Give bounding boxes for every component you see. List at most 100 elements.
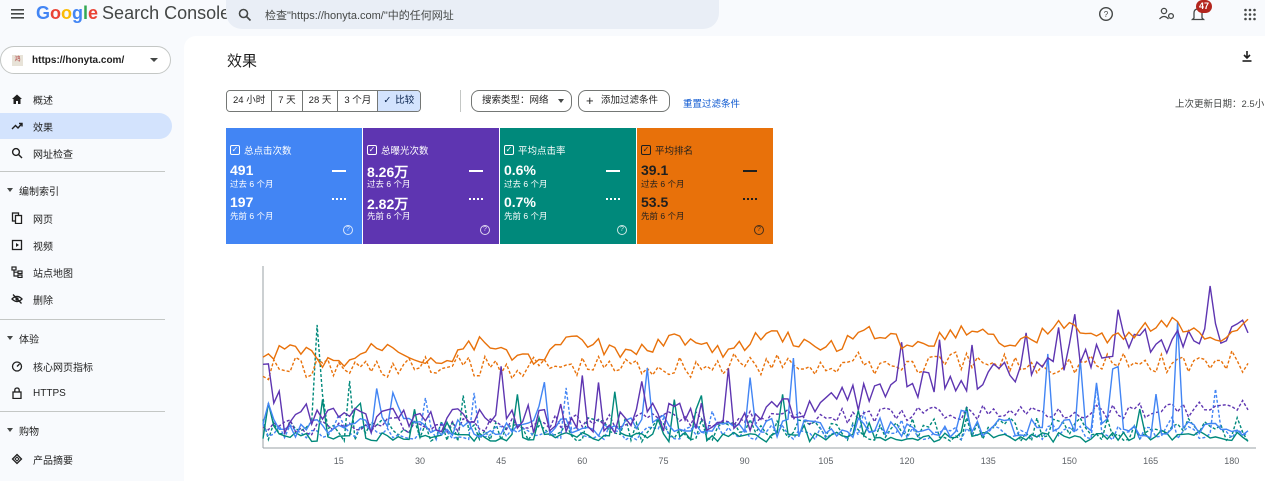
sidebar-section-indexing[interactable]: 编制索引	[0, 180, 172, 200]
metric-value: 39.1	[641, 162, 669, 178]
metric-title: 平均排名	[655, 146, 694, 157]
url-inspect-search[interactable]: 检查"https://honyta.com/"中的任何网址	[226, 0, 719, 29]
sidebar-item-core-web-vitals[interactable]: 核心网页指标	[0, 353, 172, 379]
video-icon	[11, 239, 23, 251]
metric-value: 0.6%	[504, 162, 536, 178]
sidebar-divider	[0, 171, 165, 172]
collapse-arrow-icon	[7, 188, 13, 192]
x-tick-label: 45	[496, 456, 506, 466]
metric-compare-period: 先前 6 个月	[504, 211, 548, 221]
sidebar-item-label: HTTPS	[33, 387, 66, 399]
metric-compare-value: 0.7%	[504, 194, 536, 210]
range-compare-label: 比较	[395, 95, 415, 106]
pages-icon	[11, 212, 23, 224]
sidebar-item-overview[interactable]: 概述	[0, 86, 172, 112]
metric-value: 491	[230, 162, 254, 178]
x-tick-label: 60	[577, 456, 587, 466]
sidebar-section-experience[interactable]: 体验	[0, 328, 172, 348]
help-icon[interactable]: ?	[1098, 4, 1114, 24]
sidebar-item-label: 视频	[33, 241, 53, 253]
checkbox-icon[interactable]: ✓	[641, 145, 651, 155]
range-28d[interactable]: 28 天	[302, 91, 339, 111]
hamburger-menu-icon[interactable]	[10, 6, 26, 22]
performance-chart[interactable]: 15 30 45 60 75 90 105 120 135 150 165 180	[226, 258, 1265, 470]
metric-card-clicks[interactable]: ✓ 总点击次数 491 过去 6 个月 197 先前 6 个月?	[226, 128, 362, 244]
checkbox-icon[interactable]: ✓	[367, 145, 377, 155]
sidebar-item-videos[interactable]: 视频	[0, 232, 172, 258]
sidebar-item-sitemaps[interactable]: 站点地图	[0, 259, 172, 285]
metric-header[interactable]: ✓ 平均排名	[641, 143, 693, 157]
metric-header[interactable]: ✓ 平均点击率	[504, 143, 566, 157]
page-title: 效果	[227, 53, 258, 70]
add-filter-button[interactable]: + 添加过滤条件	[578, 90, 670, 112]
range-compare[interactable]: ✓ 比较	[378, 91, 421, 111]
export-button[interactable]	[1241, 50, 1253, 65]
metric-compare-period: 先前 6 个月	[367, 211, 411, 221]
collapse-arrow-icon	[7, 336, 13, 340]
metric-title: 总点击次数	[244, 146, 292, 157]
sidebar-item-removals[interactable]: 删除	[0, 286, 172, 312]
range-24h[interactable]: 24 小时	[227, 91, 273, 111]
x-tick-label: 180	[1224, 456, 1239, 466]
property-favicon: 鸿	[12, 54, 23, 66]
help-icon[interactable]: ?	[480, 225, 490, 235]
metric-compare-value: 53.5	[641, 194, 669, 210]
metric-header[interactable]: ✓ 总点击次数	[230, 143, 292, 157]
manage-users-icon[interactable]	[1158, 4, 1176, 24]
trending-up-icon	[11, 120, 23, 132]
chevron-down-icon	[558, 99, 564, 103]
help-icon[interactable]: ?	[754, 225, 764, 235]
metric-period: 过去 6 个月	[641, 179, 685, 189]
checkbox-icon[interactable]: ✓	[230, 145, 240, 155]
x-tick-label: 75	[658, 456, 668, 466]
reset-filters-link[interactable]: 重置过滤条件	[683, 96, 740, 110]
dashed-line-legend-icon	[332, 198, 346, 200]
sidebar-item-url-inspection[interactable]: 网址检查	[0, 140, 172, 166]
add-filter-label: 添加过滤条件	[601, 95, 659, 106]
metric-card-position[interactable]: ✓ 平均排名 39.1 过去 6 个月 53.5 先前 6 个月?	[637, 128, 773, 244]
toolbar-divider	[460, 90, 461, 112]
x-tick-label: 15	[334, 456, 344, 466]
help-icon[interactable]: ?	[343, 225, 353, 235]
section-label: 编制索引	[19, 186, 59, 198]
sidebar-item-performance[interactable]: 效果	[0, 113, 172, 139]
sidebar-divider	[0, 411, 165, 412]
product-name: Search Console	[102, 3, 231, 23]
x-tick-label: 120	[900, 456, 915, 466]
top-bar: Google Search Console 检查"https://honyta.c…	[0, 0, 1265, 30]
x-tick-label: 135	[981, 456, 996, 466]
range-3m[interactable]: 3 个月	[338, 91, 379, 111]
search-type-label: 搜索类型：网络	[482, 95, 549, 106]
metric-card-ctr[interactable]: ✓ 平均点击率 0.6% 过去 6 个月 0.7% 先前 6 个月?	[500, 128, 636, 244]
metric-header[interactable]: ✓ 总曝光次数	[367, 143, 429, 157]
sidebar-item-label: 网址检查	[33, 149, 73, 161]
sidebar-section-shopping[interactable]: 购物	[0, 420, 172, 440]
home-icon	[11, 93, 23, 105]
sidebar-item-pages[interactable]: 网页	[0, 205, 172, 231]
sidebar-item-label: 效果	[33, 122, 53, 134]
range-7d[interactable]: 7 天	[272, 91, 303, 111]
apps-grid-icon[interactable]	[1243, 4, 1257, 24]
plus-icon: +	[586, 93, 594, 108]
metric-title: 平均点击率	[518, 146, 566, 157]
app-logo[interactable]: Google Search Console	[36, 3, 230, 24]
sidebar-item-https[interactable]: HTTPS	[0, 380, 172, 406]
lock-icon	[11, 387, 23, 399]
chevron-down-icon	[150, 58, 158, 62]
series-line-blue-solid	[262, 321, 1249, 440]
help-icon[interactable]: ?	[617, 225, 627, 235]
search-icon	[11, 147, 23, 159]
metric-card-impressions[interactable]: ✓ 总曝光次数 8.26万 过去 6 个月 2.82万 先前 6 个月?	[363, 128, 499, 244]
date-range-selector: 24 小时 7 天 28 天 3 个月 ✓ 比较	[226, 90, 422, 112]
metric-period: 过去 6 个月	[504, 179, 548, 189]
property-selector[interactable]: 鸿 https://honyta.com/	[0, 46, 171, 74]
search-type-filter[interactable]: 搜索类型：网络	[471, 90, 572, 112]
search-input[interactable]: 检查"https://honyta.com/"中的任何网址	[265, 7, 454, 23]
checkbox-icon[interactable]: ✓	[504, 145, 514, 155]
metric-period: 过去 6 个月	[230, 179, 274, 189]
sidebar-item-product-snippets[interactable]: 产品摘要	[0, 446, 172, 472]
metric-compare-value: 197	[230, 194, 254, 210]
x-tick-label: 30	[415, 456, 425, 466]
series-line-orange-solid	[262, 316, 1249, 369]
x-tick-label: 150	[1062, 456, 1077, 466]
